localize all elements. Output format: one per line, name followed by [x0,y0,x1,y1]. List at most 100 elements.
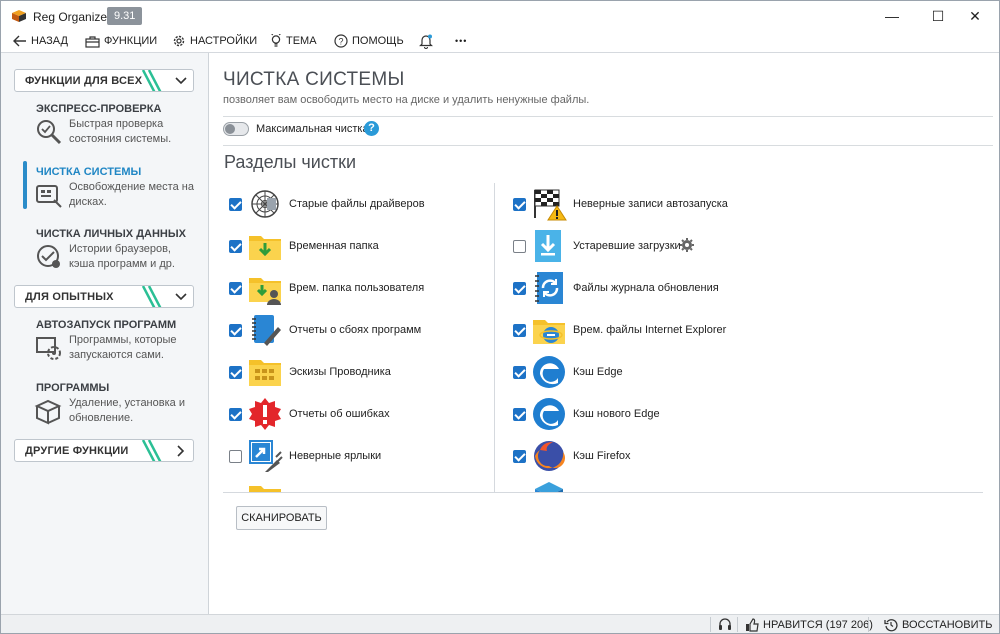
item-label: Файлы журнала обновления [573,282,719,294]
sidebar-item-desc: Освобождение места на дисках. [69,181,194,208]
close-button[interactable]: ✕ [952,1,998,31]
restore-button[interactable]: ВОССТАНОВИТЬ [884,617,992,632]
checkbox[interactable] [513,282,526,295]
sidebar-item-express-check[interactable]: ЭКСПРЕСС-ПРОВЕРКА Быстрая проверка состо… [14,101,204,159]
firefox-icon [534,441,565,471]
list-item[interactable]: Отчеты о сбоях программ [229,309,499,351]
new-edge-icon [533,398,565,430]
restore-history-icon [884,618,898,631]
checkbox[interactable] [229,240,242,253]
item-label: Устаревшие загрузки [573,240,681,252]
list-item[interactable]: Старые файлы драйверов [229,183,499,225]
checkbox[interactable] [229,408,242,421]
temp-folder-icon [249,236,281,260]
magnifier-check-icon [37,120,62,145]
max-clean-label: Максимальная чистка [256,123,369,135]
minimize-button[interactable]: — [869,1,915,31]
version-badge: 9.31 [107,7,143,25]
toggle-knob [225,124,235,134]
list-item[interactable]: Эскизы Проводника [229,351,499,393]
shield-privacy-icon [37,245,60,268]
more-button[interactable]: ••• [455,31,467,51]
divider [223,116,993,117]
checkbox[interactable] [513,324,526,337]
sidebar-item-autorun[interactable]: АВТОЗАПУСК ПРОГРАММ Программы, которые з… [14,317,204,375]
item-label: Старые файлы драйверов [289,198,425,210]
sidebar: ФУНКЦИИ ДЛЯ ВСЕХ ЭКСПРЕСС-ПРОВЕРКА Быстр… [1,53,209,614]
checkbox[interactable] [229,366,242,379]
sidebar-item-programs[interactable]: ПРОГРАММЫ Удаление, установка и обновлен… [14,380,204,438]
gear-icon[interactable] [680,238,694,252]
list-item[interactable]: Неверные ярлыки [229,435,499,477]
list-item[interactable]: Кэш Firefox [513,435,783,477]
question-circle-icon: ? [334,34,348,48]
group-header-advanced[interactable]: ДЛЯ ОПЫТНЫХ [14,285,194,308]
gear-icon [173,35,185,47]
list-item[interactable]: Устаревшие загрузки [513,225,783,267]
sidebar-item-system-cleanup[interactable]: ЧИСТКА СИСТЕМЫ Освобождение места на дис… [14,164,204,222]
group-all-label: ФУНКЦИИ ДЛЯ ВСЕХ [25,75,143,87]
ie-folder-icon [533,320,565,344]
list-item[interactable]: Врем. папка пользователя [229,267,499,309]
help-circle-icon[interactable]: ? [364,121,379,136]
list-item[interactable]: Файлы журнала обновления [513,267,783,309]
chevron-right-icon [177,444,185,457]
separator [868,617,869,632]
status-bar: НРАВИТСЯ (197 206) ВОССТАНОВИТЬ [1,614,999,633]
sidebar-item-desc: Удаление, установка и обновление. [69,397,185,424]
item-label: Кэш нового Edge [573,408,660,420]
maximize-icon: ☐ [931,7,945,24]
max-clean-toggle[interactable] [223,122,249,136]
list-item[interactable]: Временная папка [229,225,499,267]
likes-label: НРАВИТСЯ (197 206) [763,618,873,631]
item-label: Кэш Firefox [573,450,631,462]
expand-button[interactable] [169,440,193,461]
functions-button[interactable]: ФУНКЦИИ [85,31,157,51]
toolbar: НАЗАД ФУНКЦИИ НАСТРОЙКИ ТЕМА ? ПОМОЩЬ ••… [1,31,999,53]
checkbox[interactable] [513,408,526,421]
user-temp-folder-icon [249,278,281,305]
checkbox[interactable] [513,240,526,253]
arrow-left-icon [13,35,26,47]
support-button[interactable] [718,617,732,632]
scan-button[interactable]: СКАНИРОВАТЬ [236,506,327,530]
sidebar-item-title: ЧИСТКА ЛИЧНЫХ ДАННЫХ [36,228,186,240]
thumbs-up-icon [746,617,759,632]
thumbnails-folder-icon [249,360,281,386]
item-label: Кэш Edge [573,366,623,378]
list-item-partial[interactable] [229,477,499,493]
settings-button[interactable]: НАСТРОЙКИ [172,31,257,51]
collapse-button[interactable] [169,286,193,307]
group-header-all-functions[interactable]: ФУНКЦИИ ДЛЯ ВСЕХ [14,69,194,92]
sidebar-item-privacy-cleanup[interactable]: ЧИСТКА ЛИЧНЫХ ДАННЫХ Истории браузеров, … [14,226,204,284]
collapse-button[interactable] [169,70,193,91]
list-item-partial[interactable] [513,477,783,493]
help-button[interactable]: ? ПОМОЩЬ [334,31,404,51]
item-label: Эскизы Проводника [289,366,391,378]
like-button[interactable]: НРАВИТСЯ (197 206) [745,617,873,632]
edge-icon [533,356,565,388]
update-log-icon [535,272,563,304]
list-item[interactable]: Неверные записи автозапуска [513,183,783,225]
group-header-other[interactable]: ДРУГИЕ ФУНКЦИИ [14,439,194,462]
list-item[interactable]: Врем. файлы Internet Explorer [513,309,783,351]
back-button[interactable]: НАЗАД [13,31,68,51]
checkbox[interactable] [229,324,242,337]
list-item[interactable]: Кэш Edge [513,351,783,393]
notifications-button[interactable] [419,31,433,51]
bell-icon [419,34,433,49]
list-item[interactable]: Кэш нового Edge [513,393,783,435]
checkbox[interactable] [229,282,242,295]
checkbox[interactable] [229,198,242,211]
group-advanced-label: ДЛЯ ОПЫТНЫХ [25,291,114,303]
checkbox[interactable] [513,450,526,463]
checkbox[interactable] [513,366,526,379]
sidebar-item-desc: Программы, которые запускаются сами. [69,334,177,361]
theme-button[interactable]: ТЕМА [270,31,317,51]
checkbox[interactable] [513,198,526,211]
checkbox[interactable] [229,450,242,463]
functions-label: ФУНКЦИИ [104,35,158,47]
svg-text:?: ? [338,37,343,47]
list-item[interactable]: Отчеты об ошибках [229,393,499,435]
item-label: Отчеты об ошибках [289,408,390,420]
